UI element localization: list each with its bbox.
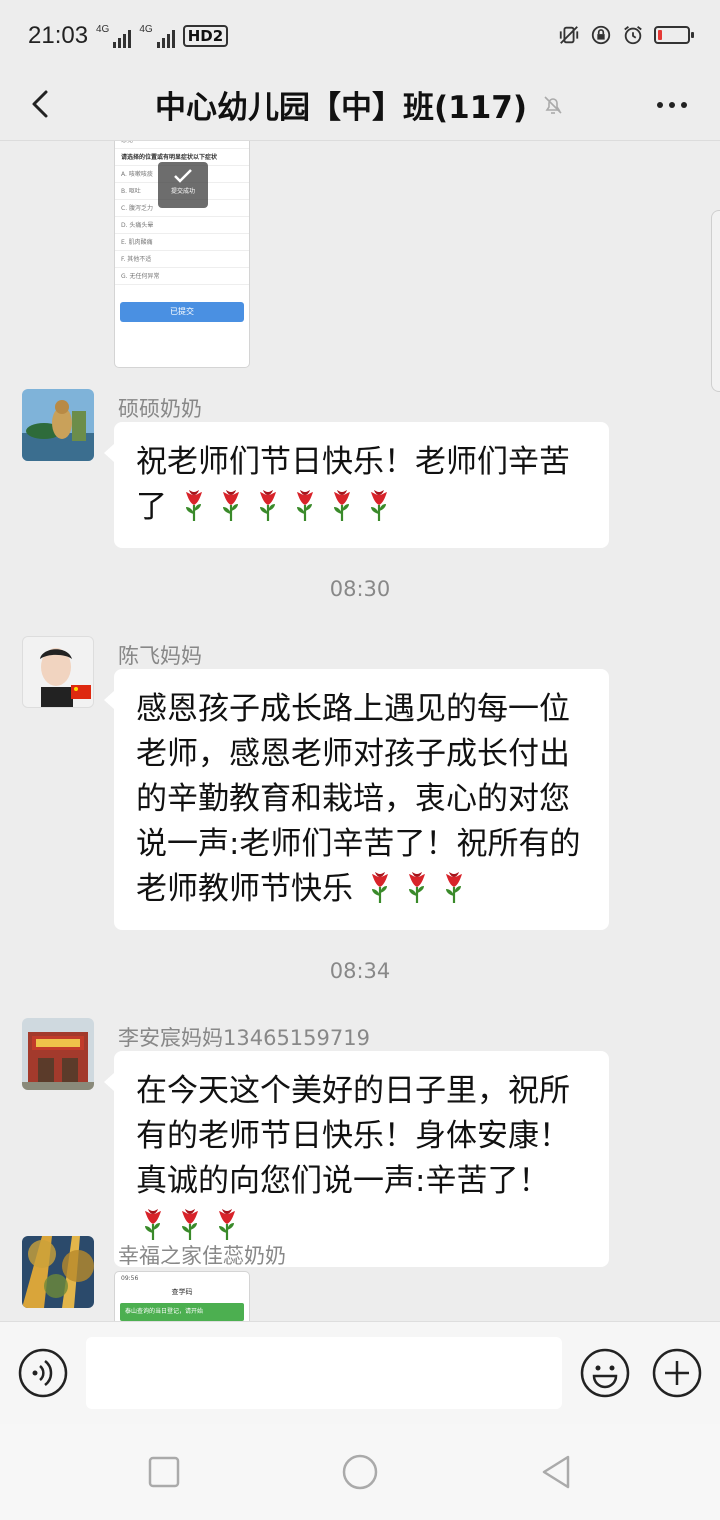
thumb-green-bar: 泰山查询的当日登记，请开始 [120,1303,244,1321]
thumb-status-time: 09:56 [121,1275,139,1282]
check-icon [174,169,192,183]
thumb-option: E. 肌肉酸痛 [115,234,249,251]
rose-emoji-icon [173,1206,207,1242]
avatar[interactable] [22,636,94,708]
status-icons [558,24,694,46]
voice-input-icon[interactable] [18,1348,68,1398]
avatar[interactable] [22,1018,94,1090]
rose-emoji-icon [214,487,248,523]
system-nav-bar [0,1424,720,1520]
rose-emoji-icon [325,487,359,523]
rose-emoji-icon [177,487,211,523]
thumb-submitted-button: 已提交 [120,302,244,322]
avatar-image [22,1236,94,1308]
message-input[interactable] [86,1337,562,1409]
rose-emoji-icon [288,487,322,523]
emoji-group [177,485,399,530]
input-bar [0,1321,720,1424]
back-triangle-icon[interactable] [536,1452,576,1492]
chat-title[interactable]: 中心幼儿园【中】班(117) [155,82,527,127]
rose-emoji-icon [437,869,471,905]
rose-emoji-icon [362,487,396,523]
home-circle-icon[interactable] [340,1452,380,1492]
emoji-group [363,867,474,912]
sender-name: 硕硕奶奶 [118,397,202,421]
avatar-image [23,637,93,707]
lock-rotation-icon [591,25,611,45]
status-time: 21:03 [28,22,89,49]
time-divider: 08:34 [329,959,391,983]
rose-emoji-icon [400,869,434,905]
scroll-handle[interactable] [711,210,720,392]
status-bar: 21:03 4G 4G HD2 [0,0,720,68]
rose-emoji-icon [210,1206,244,1242]
plus-circle-icon[interactable] [652,1348,702,1398]
sender-name: 李安宸妈妈13465159719 [118,1026,370,1050]
image-message-health-code[interactable]: 09:56 查学码 泰山查询的当日登记，请开始 [114,1271,250,1321]
rose-emoji-icon [251,487,285,523]
message-list[interactable]: 意见 请选择的位置或有明显症状以下症状 A. 咳嗽咳痰 B. 呕吐 C. 腹泻乏… [0,141,720,1321]
vibrate-icon [559,26,579,44]
emoji-smile-icon[interactable] [580,1348,630,1398]
thumb-line: 意见 [115,141,249,149]
message-bubble[interactable]: 祝老师们节日快乐！老师们辛苦了 [104,422,609,548]
message-bubble[interactable]: 感恩孩子成长路上遇见的每一位老师，感恩老师对孩子成长付出的辛勤教育和栽培，衷心的… [104,669,609,930]
avatar-image [22,1018,94,1090]
rose-emoji-icon [363,869,397,905]
sender-name: 陈飞妈妈 [118,644,202,668]
thumb-option: F. 其他不适 [115,251,249,268]
thumb-toast: 提交成功 [158,162,208,208]
thumb-toast-text: 提交成功 [170,188,195,195]
avatar[interactable] [22,1236,94,1308]
chat-header: 中心幼儿园【中】班(117) [0,68,720,141]
rose-emoji-icon [136,1206,170,1242]
battery-level [658,30,663,40]
message-text: 感恩孩子成长路上遇见的每一位老师，感恩老师对孩子成长付出的辛勤教育和栽培，衷心的… [136,691,581,907]
avatar[interactable] [22,389,94,461]
chat-title-wrap: 中心幼儿园【中】班(117) [0,82,720,127]
thumb-option: G. 无任何异常 [115,268,249,285]
thumb-title: 查学码 [171,1288,193,1296]
sender-name: 幸福之家佳蕊奶奶 [118,1244,286,1268]
time-divider: 08:30 [329,577,391,601]
network-tag: 4G [96,24,110,35]
more-horizontal-icon[interactable] [652,90,692,120]
bell-off-icon [544,95,562,114]
image-message-questionnaire[interactable]: 意见 请选择的位置或有明显症状以下症状 A. 咳嗽咳痰 B. 呕吐 C. 腹泻乏… [114,141,250,368]
thumb-option: D. 头痛头晕 [115,217,249,234]
battery-low-icon [654,26,694,44]
hd-badge: HD2 [182,25,229,47]
recents-square-icon[interactable] [144,1452,184,1492]
message-bubble[interactable]: 在今天这个美好的日子里，祝所有的老师节日快乐！身体安康！真诚的向您们说一声:辛苦… [104,1051,609,1267]
alarm-icon [624,26,642,45]
network-indicator: 4G 4G HD2 [96,24,229,48]
avatar-image [22,389,94,461]
message-text: 在今天这个美好的日子里，祝所有的老师节日快乐！身体安康！真诚的向您们说一声:辛苦… [136,1073,570,1199]
network-tag-2: 4G [139,24,153,35]
